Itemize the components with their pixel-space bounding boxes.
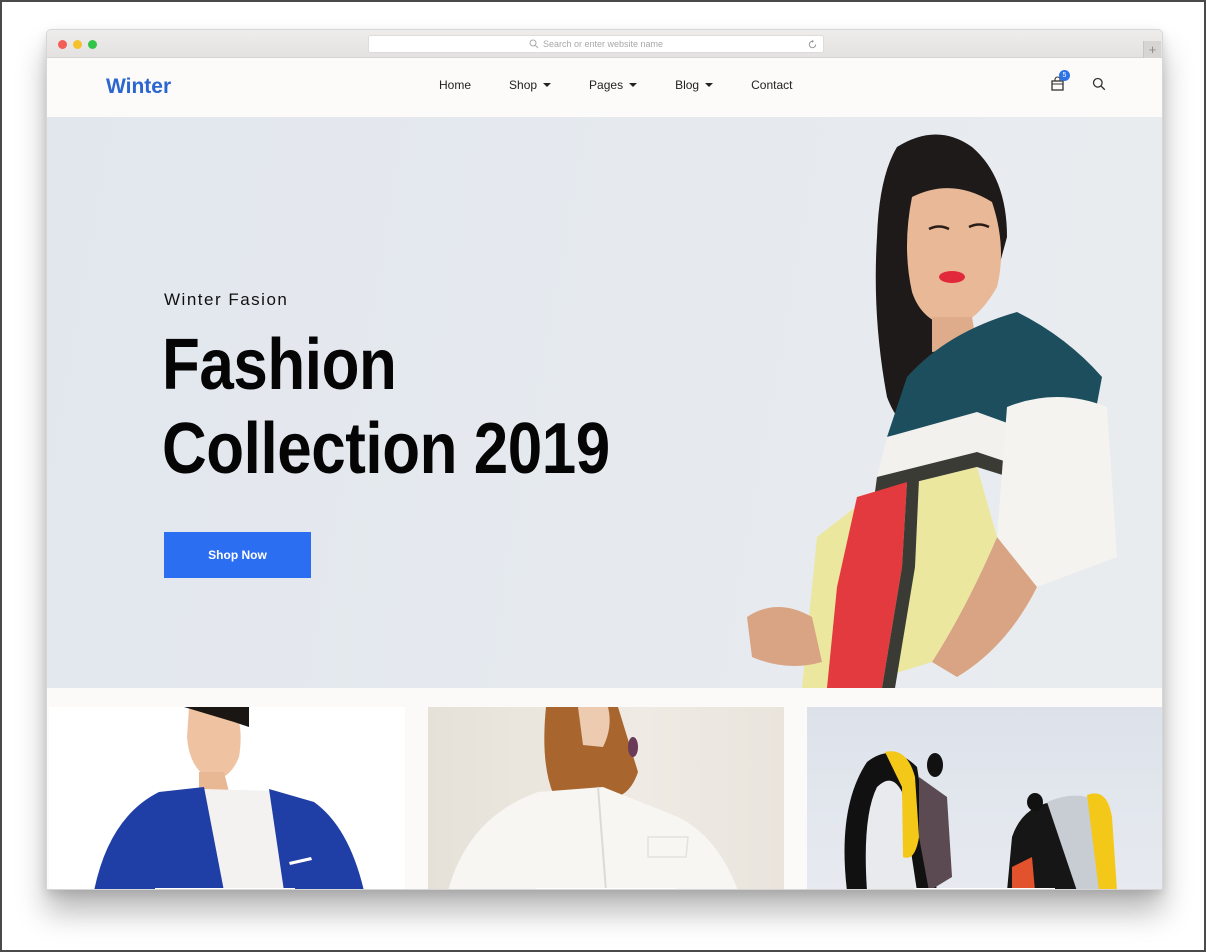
nav-home-label: Home xyxy=(439,78,472,92)
maximize-window-button[interactable] xyxy=(88,40,97,49)
minimize-window-button[interactable] xyxy=(73,40,82,49)
hero-title: Fashion Collection 2019 xyxy=(162,323,610,491)
product-card-shoes[interactable] xyxy=(807,707,1162,889)
man-in-blazer-image xyxy=(94,707,364,889)
search-icon xyxy=(529,39,539,49)
woman-in-white-shirt-image xyxy=(448,707,738,889)
card-caption-bar xyxy=(536,888,676,889)
reload-icon[interactable] xyxy=(807,39,818,50)
nav-blog[interactable]: Blog xyxy=(675,78,714,92)
nav-contact-label: Contact xyxy=(751,78,793,92)
nav-contact[interactable]: Contact xyxy=(751,78,792,92)
nav-home[interactable]: Home xyxy=(439,78,471,92)
caret-down-icon xyxy=(543,83,552,87)
nav-pages-label: Pages xyxy=(589,78,624,92)
site-logo[interactable]: Winter xyxy=(106,75,171,99)
nav-pages[interactable]: Pages xyxy=(589,78,638,92)
new-tab-button[interactable]: + xyxy=(1143,41,1161,58)
nav-shop-label: Shop xyxy=(509,78,538,92)
hero-banner: Winter Fasion Fashion Collection 2019 Sh… xyxy=(47,117,1162,688)
close-window-button[interactable] xyxy=(58,40,67,49)
hero-model-image xyxy=(747,134,1117,688)
site-header: Winter Home Shop Pages Blog Contact 5 xyxy=(47,58,1162,117)
caret-down-icon xyxy=(629,83,638,87)
browser-toolbar: Search or enter website name + xyxy=(47,30,1162,58)
card-caption-bar xyxy=(155,888,295,889)
sneakers-image xyxy=(844,751,1117,889)
nav-shop[interactable]: Shop xyxy=(509,78,552,92)
hero-title-line2: Collection 2019 xyxy=(162,409,610,489)
product-card-women[interactable] xyxy=(428,707,784,889)
caret-down-icon xyxy=(705,83,714,87)
cart-count-badge: 5 xyxy=(1059,70,1070,81)
plus-icon: + xyxy=(1148,42,1157,57)
nav-blog-label: Blog xyxy=(675,78,700,92)
address-placeholder: Search or enter website name xyxy=(542,39,664,49)
main-nav: Home Shop Pages Blog Contact xyxy=(439,78,830,92)
hero-title-line1: Fashion xyxy=(162,325,397,405)
card-caption-bar xyxy=(915,888,1055,889)
product-card-men[interactable] xyxy=(49,707,405,889)
section-divider xyxy=(47,688,1162,707)
browser-window: Search or enter website name + Winter Ho… xyxy=(46,29,1163,890)
search-icon[interactable] xyxy=(1092,77,1106,91)
address-bar[interactable]: Search or enter website name xyxy=(368,35,824,53)
shop-now-button[interactable]: Shop Now xyxy=(164,532,311,578)
hero-eyebrow: Winter Fasion xyxy=(164,290,289,309)
